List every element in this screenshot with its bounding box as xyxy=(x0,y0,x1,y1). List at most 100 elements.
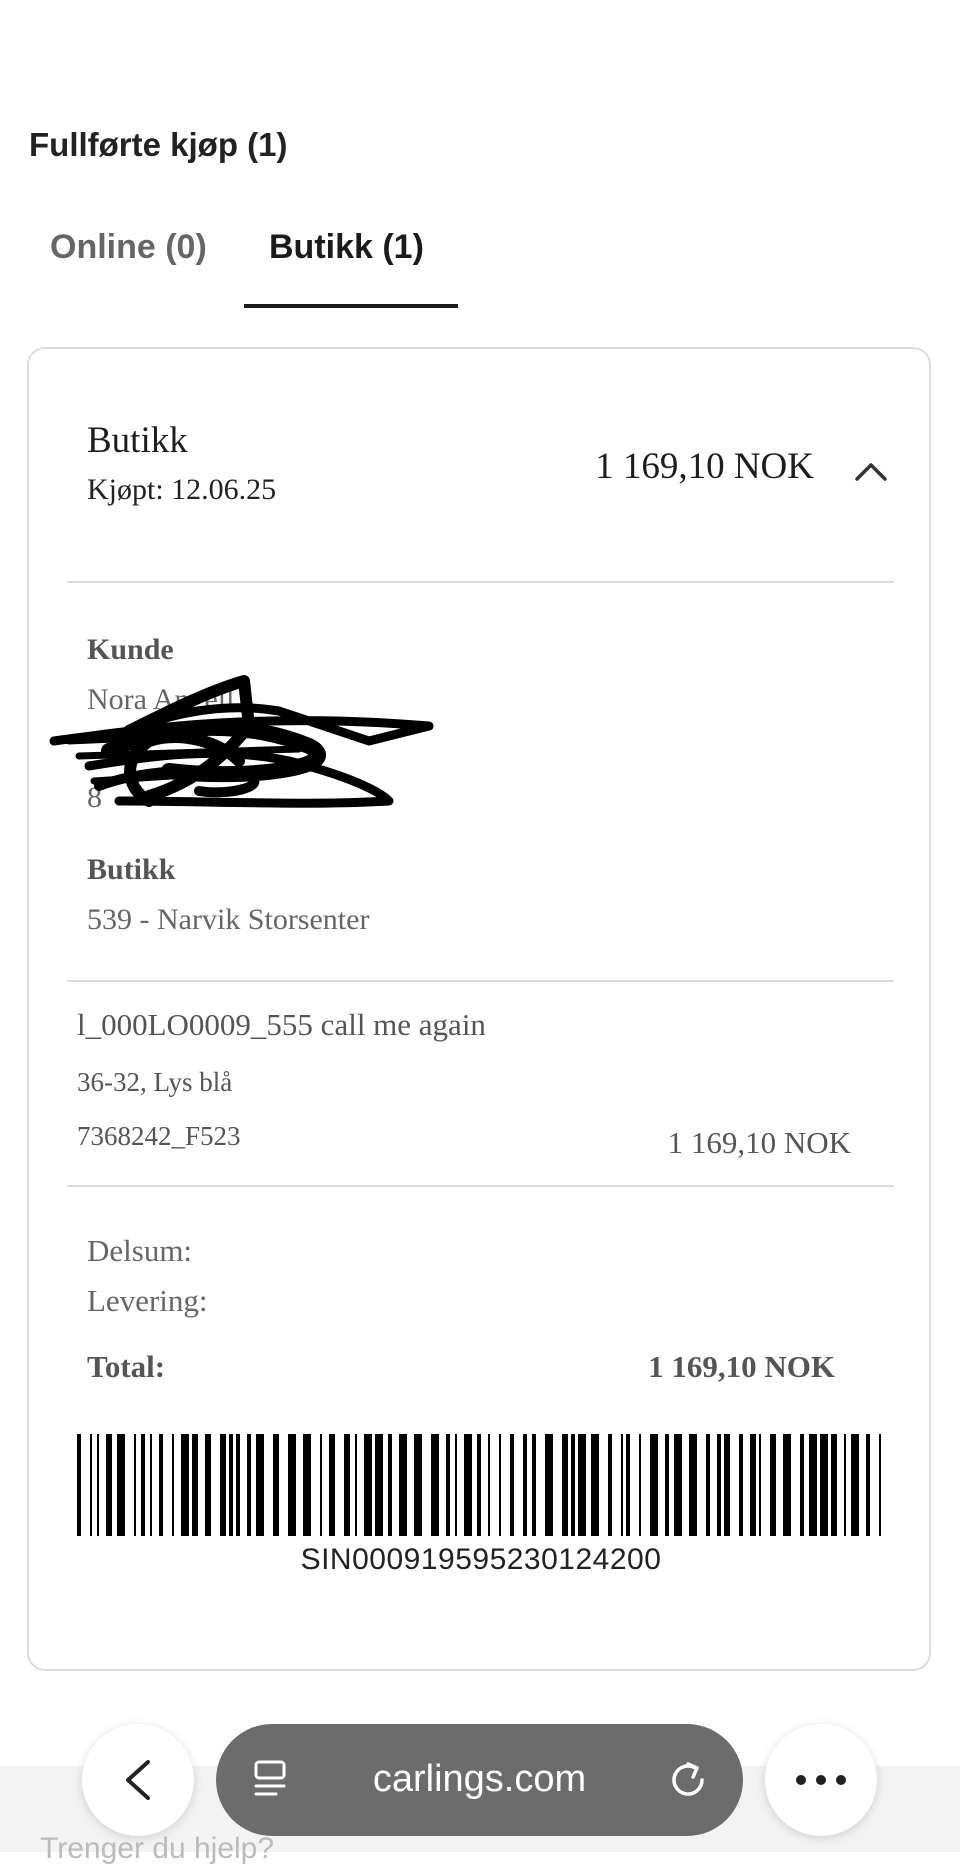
barcode-bar xyxy=(477,1434,481,1536)
tab-bar: Online (0) Butikk (1) xyxy=(29,228,930,310)
order-channel-title: Butikk xyxy=(87,420,188,461)
divider xyxy=(67,980,894,982)
barcode-bar xyxy=(134,1434,136,1536)
item-price: 1 169,10 NOK xyxy=(667,1125,851,1160)
barcode-bar xyxy=(141,1434,145,1536)
barcode-bar xyxy=(608,1434,612,1536)
barcode-bar xyxy=(364,1434,372,1536)
barcode-bar xyxy=(783,1434,791,1536)
barcode-bar xyxy=(236,1434,240,1536)
barcode-bar xyxy=(288,1434,296,1536)
barcode-bar xyxy=(499,1434,501,1536)
barcode-bar xyxy=(220,1434,226,1536)
barcode-bar xyxy=(172,1434,174,1536)
barcode-bar xyxy=(717,1434,721,1536)
barcode-bar xyxy=(523,1434,527,1536)
barcode-bar xyxy=(621,1434,623,1536)
barcode-bar xyxy=(375,1434,383,1536)
barcode-bar xyxy=(674,1434,682,1536)
barcode-bar xyxy=(320,1434,322,1536)
barcode-bar xyxy=(399,1434,407,1536)
barcode-bar xyxy=(724,1434,730,1536)
barcode-bar xyxy=(706,1434,710,1536)
subtotal-label: Delsum: xyxy=(87,1233,193,1268)
shipping-label: Levering: xyxy=(87,1283,208,1318)
barcode-bar xyxy=(844,1434,846,1536)
barcode xyxy=(77,1434,881,1536)
barcode-bar xyxy=(650,1434,658,1536)
barcode-bar xyxy=(591,1434,599,1536)
chevron-left-icon xyxy=(126,1760,150,1800)
barcode-bar xyxy=(831,1434,837,1536)
barcode-bar xyxy=(414,1434,422,1536)
customer-label: Kunde xyxy=(87,633,174,666)
redaction-scribble xyxy=(49,675,434,808)
back-button[interactable] xyxy=(82,1724,194,1836)
barcode-bar xyxy=(303,1434,311,1536)
barcode-bar xyxy=(431,1434,439,1536)
item-name: l_000LO0009_555 call me again xyxy=(77,1007,486,1042)
barcode-bar xyxy=(571,1434,575,1536)
barcode-bar xyxy=(739,1434,743,1536)
barcode-bar xyxy=(800,1434,804,1536)
chevron-up-icon[interactable] xyxy=(851,451,891,491)
barcode-bar xyxy=(510,1434,514,1536)
barcode-bar xyxy=(205,1434,211,1536)
divider xyxy=(67,581,894,583)
barcode-bar xyxy=(488,1434,490,1536)
barcode-bar xyxy=(532,1434,536,1536)
barcode-bar xyxy=(820,1434,828,1536)
barcode-bar xyxy=(750,1434,756,1536)
barcode-bar xyxy=(97,1434,99,1536)
footer-peek-text: Trenger du hjelp? xyxy=(40,1832,275,1865)
barcode-bar xyxy=(344,1434,350,1536)
barcode-bar xyxy=(626,1434,630,1536)
barcode-bar xyxy=(809,1434,817,1536)
barcode-bar xyxy=(150,1434,152,1536)
barcode-bar xyxy=(545,1434,553,1536)
barcode-bar xyxy=(388,1434,392,1536)
barcode-bar xyxy=(192,1434,198,1536)
barcode-bar xyxy=(689,1434,697,1536)
store-label: Butikk xyxy=(87,853,176,886)
barcode-bar xyxy=(562,1434,568,1536)
order-total-header: 1 169,10 NOK xyxy=(595,446,814,487)
reload-icon[interactable] xyxy=(666,1758,710,1802)
barcode-bar xyxy=(77,1434,81,1536)
barcode-bar xyxy=(159,1434,163,1536)
barcode-bar xyxy=(759,1434,761,1536)
more-button[interactable] xyxy=(765,1724,877,1836)
tab-store[interactable]: Butikk (1) xyxy=(269,228,424,267)
barcode-bar xyxy=(455,1434,457,1536)
total-label: Total: xyxy=(87,1349,166,1384)
item-variant: 36-32, Lys blå xyxy=(77,1067,233,1097)
barcode-bar xyxy=(181,1434,189,1536)
barcode-bar xyxy=(247,1434,251,1536)
barcode-bar xyxy=(578,1434,586,1536)
barcode-bar xyxy=(879,1434,881,1536)
order-card: Butikk Kjøpt: 12.06.25 1 169,10 NOK Kund… xyxy=(27,347,931,1671)
barcode-bar xyxy=(329,1434,335,1536)
more-icon xyxy=(796,1775,846,1785)
barcode-bar xyxy=(866,1434,870,1536)
barcode-bar xyxy=(464,1434,472,1536)
barcode-bar xyxy=(446,1434,450,1536)
barcode-bar xyxy=(665,1434,669,1536)
tab-online[interactable]: Online (0) xyxy=(50,228,207,267)
barcode-number: SIN000919595230124200 xyxy=(300,1543,662,1576)
active-tab-indicator xyxy=(244,304,458,308)
barcode-bar xyxy=(106,1434,112,1536)
barcode-bar xyxy=(229,1434,233,1536)
total-value: 1 169,10 NOK xyxy=(648,1349,835,1384)
url-text: carlings.com xyxy=(372,1758,587,1800)
barcode-bar xyxy=(851,1434,859,1536)
page-title: Fullførte kjøp (1) xyxy=(29,126,288,163)
store-name: 539 - Narvik Storsenter xyxy=(87,903,370,936)
barcode-bar xyxy=(639,1434,641,1536)
barcode-bar xyxy=(355,1434,357,1536)
order-date: Kjøpt: 12.06.25 xyxy=(87,473,277,506)
address-bar[interactable]: carlings.com xyxy=(216,1724,743,1836)
barcode-bar xyxy=(770,1434,776,1536)
divider xyxy=(67,1185,894,1187)
barcode-bar xyxy=(90,1434,92,1536)
